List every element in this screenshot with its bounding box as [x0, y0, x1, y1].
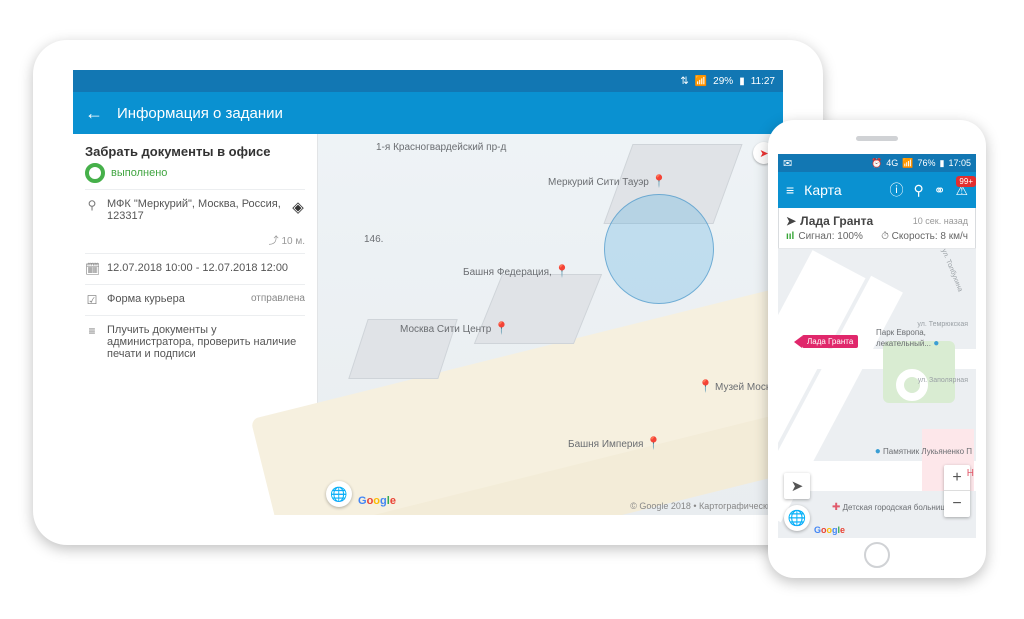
task-time-row: 🗓 12.07.2018 10:00 - 12.07.2018 12:00 — [85, 253, 305, 284]
globe-button[interactable]: 🌐 — [784, 505, 810, 531]
tablet-app-bar: ← Информация о задании — [73, 92, 783, 134]
task-time: 12.07.2018 10:00 - 12.07.2018 12:00 — [107, 262, 305, 274]
link-icon[interactable]: ⚭ — [934, 182, 946, 199]
tablet-device: ⇅ 📶 29% ▮ 11:27 ← Информация о задании З… — [33, 40, 823, 545]
wifi-icon: ⇅ — [680, 76, 688, 87]
accuracy-circle — [604, 194, 714, 304]
signal-icon: 📶 — [902, 158, 913, 169]
google-logo: Google — [814, 525, 845, 535]
task-status: выполнено — [85, 163, 305, 183]
poi-moscow-city[interactable]: Москва Сити Центр 📍 — [400, 321, 511, 335]
phone-device: ✉ ⏰ 4G 📶 76% ▮ 17:05 ≡ Карта ⓘ ⚲ ⚭ ⚠99+ … — [768, 120, 986, 578]
phone-map[interactable]: Лада Гранта Парк Европа, лекательный... … — [778, 249, 976, 538]
appbar-title: Информация о задании — [117, 105, 283, 122]
clock: 11:27 — [751, 76, 775, 87]
map-copyright: © Google 2018 • Картографические — [630, 501, 777, 511]
hospital-h-icon: H — [967, 468, 974, 479]
form-icon: ☑ — [85, 293, 99, 307]
tablet-map[interactable]: 1-я Красногвардейский пр-д Меркурий Сити… — [318, 134, 783, 515]
vehicle-name: ➤ Лада Гранта — [786, 214, 873, 228]
street-temr: ул. Темрюкская — [917, 321, 968, 328]
task-address-row[interactable]: ⚲ МФК "Меркурий", Москва, Россия, 123317… — [85, 189, 305, 230]
note-icon: ≡ — [85, 324, 99, 338]
locate-button[interactable]: ➤ — [784, 473, 810, 499]
pin-icon: ⚲ — [85, 198, 99, 212]
task-note: Плучить документы у администратора, пров… — [107, 324, 305, 360]
poi-imperia[interactable]: Башня Империя 📍 — [568, 436, 663, 450]
menu-icon[interactable]: ≡ — [786, 182, 794, 198]
speed-row: ⏱ Скорость: 8 км/ч — [881, 231, 968, 242]
task-form-link[interactable]: Форма курьера — [107, 293, 243, 305]
signal-icon: 📶 — [695, 76, 707, 87]
task-distance: ⤴ 10 м. — [85, 230, 305, 253]
calendar-icon: 🗓 — [85, 262, 99, 276]
google-logo: Google — [358, 495, 396, 507]
battery-icon: ▮ — [739, 76, 745, 87]
task-form-status: отправлена — [251, 293, 305, 304]
phone-app-bar: ≡ Карта ⓘ ⚲ ⚭ ⚠99+ — [778, 172, 976, 208]
battery-percent: 76% — [918, 158, 936, 168]
vehicle-marker[interactable]: Лада Гранта — [794, 335, 858, 348]
signal-row: ıılСигнал: 100% — [786, 231, 863, 242]
poi-monument[interactable]: ● Памятник Лукьяненко П — [875, 446, 972, 457]
battery-percent: 29% — [713, 76, 733, 87]
nav-icon[interactable]: ◈ — [291, 198, 305, 216]
task-title: Забрать документы в офисе — [85, 144, 305, 159]
alarm-icon: ⏰ — [871, 158, 882, 169]
alerts-badge: 99+ — [956, 176, 976, 187]
poi-federation[interactable]: Башня Федерация, 📍 — [463, 264, 572, 278]
poi-146: 146. — [364, 234, 383, 245]
back-icon[interactable]: ← — [85, 103, 103, 124]
info-icon[interactable]: ⓘ — [889, 180, 903, 200]
phone-status-bar: ✉ ⏰ 4G 📶 76% ▮ 17:05 — [778, 154, 976, 172]
tablet-screen: ⇅ 📶 29% ▮ 11:27 ← Информация о задании З… — [73, 70, 783, 515]
zoom-out-button[interactable]: − — [944, 491, 970, 517]
street-tolbuhina: ул. Толбухина — [940, 248, 963, 293]
tablet-status-bar: ⇅ 📶 29% ▮ 11:27 — [73, 70, 783, 92]
vehicle-ago: 10 сек. назад — [913, 216, 968, 226]
globe-button[interactable]: 🌐 — [326, 481, 352, 507]
poi-park[interactable]: Парк Европа, лекательный... ● — [876, 329, 976, 349]
street-zap: ул. Заполярная — [918, 377, 968, 384]
appbar-title: Карта — [804, 182, 841, 198]
roundabout — [896, 369, 928, 401]
task-address: МФК "Меркурий", Москва, Россия, 123317 — [107, 198, 283, 222]
poi-mercury[interactable]: Меркурий Сити Тауэр 📍 — [548, 174, 669, 188]
poi-road-top: 1-я Красногвардейский пр-д — [376, 142, 506, 153]
clock: 17:05 — [948, 158, 971, 168]
phone-screen: ✉ ⏰ 4G 📶 76% ▮ 17:05 ≡ Карта ⓘ ⚲ ⚭ ⚠99+ … — [778, 154, 976, 538]
vehicle-info-panel[interactable]: ➤ Лада Гранта 10 сек. назад ıılСигнал: 1… — [778, 208, 976, 249]
task-form-row[interactable]: ☑ Форма курьера отправлена — [85, 284, 305, 315]
task-note-row: ≡ Плучить документы у администратора, пр… — [85, 315, 305, 368]
task-status-label: выполнено — [111, 167, 167, 179]
net-icon: 4G — [886, 158, 898, 168]
alerts-icon[interactable]: ⚠99+ — [955, 182, 968, 199]
msg-icon: ✉ — [783, 157, 792, 170]
battery-icon: ▮ — [940, 158, 945, 169]
location-icon[interactable]: ⚲ — [913, 182, 923, 199]
map-background — [318, 134, 783, 515]
